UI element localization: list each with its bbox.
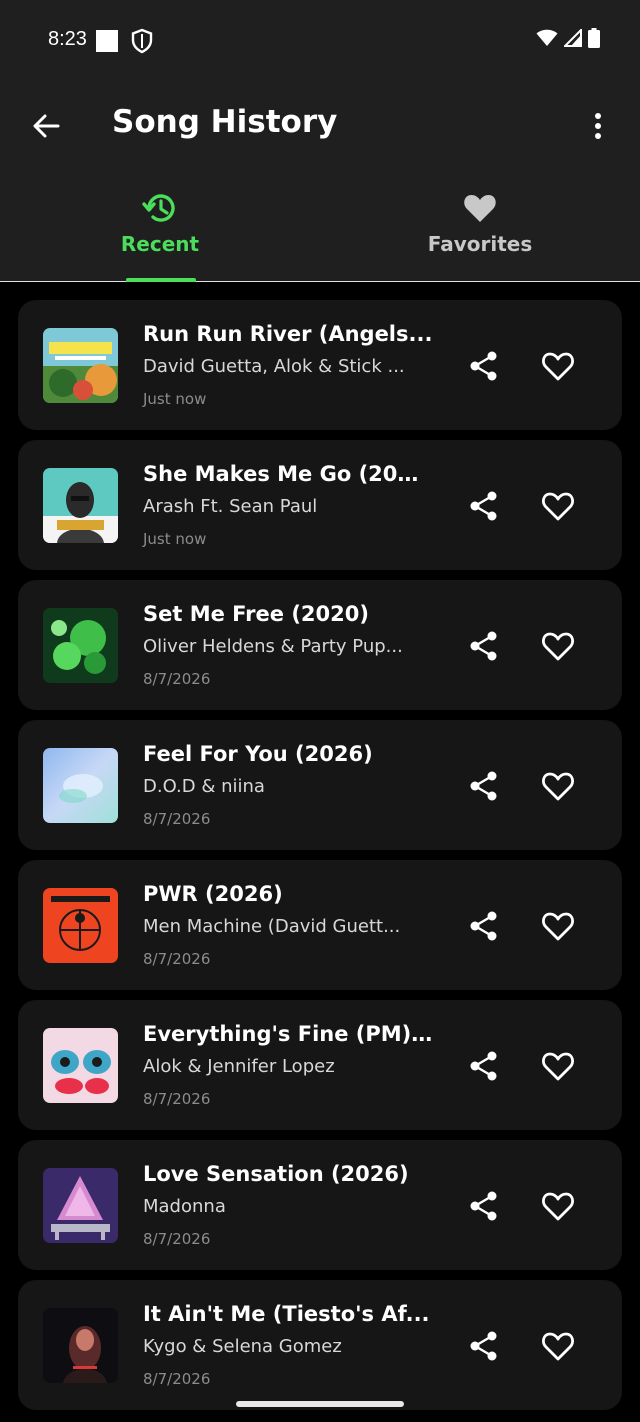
page-title: Song History bbox=[112, 104, 338, 140]
status-time: 8:23 bbox=[48, 28, 87, 50]
heart-outline-icon[interactable] bbox=[540, 1048, 576, 1084]
share-icon[interactable] bbox=[468, 350, 500, 382]
song-timestamp: 8/7/2026 bbox=[143, 950, 211, 968]
song-title: Everything's Fine (PM)... bbox=[143, 1022, 433, 1046]
song-timestamp: Just now bbox=[143, 530, 207, 548]
song-timestamp: 8/7/2026 bbox=[143, 670, 211, 688]
home-indicator[interactable] bbox=[236, 1401, 404, 1407]
heart-outline-icon[interactable] bbox=[540, 1328, 576, 1364]
status-bar: 8:23 bbox=[0, 0, 640, 84]
tab-active-indicator bbox=[126, 278, 196, 282]
song-card[interactable]: Feel For You (2026) D.O.D & niina 8/7/20… bbox=[18, 720, 622, 850]
wifi-icon bbox=[536, 29, 558, 46]
song-artist: David Guetta, Alok & Stick ... bbox=[143, 356, 405, 377]
song-card[interactable]: PWR (2026) Men Machine (David Guett... 8… bbox=[18, 860, 622, 990]
arrow-left-icon bbox=[33, 114, 60, 138]
album-cover[interactable] bbox=[43, 468, 118, 543]
status-icons bbox=[536, 28, 600, 48]
share-icon[interactable] bbox=[468, 1330, 500, 1362]
battery-icon bbox=[588, 28, 600, 48]
share-icon[interactable] bbox=[468, 490, 500, 522]
song-artist: Men Machine (David Guett... bbox=[143, 916, 401, 937]
song-artist: Alok & Jennifer Lopez bbox=[143, 1056, 335, 1077]
album-cover[interactable] bbox=[43, 888, 118, 963]
heart-icon bbox=[464, 195, 496, 222]
song-artist: D.O.D & niina bbox=[143, 776, 265, 797]
album-art-image bbox=[43, 1308, 118, 1383]
tab-recent-label: Recent bbox=[120, 232, 200, 256]
album-art-image bbox=[43, 1168, 118, 1243]
song-timestamp: 8/7/2026 bbox=[143, 810, 211, 828]
album-art-image bbox=[43, 888, 118, 963]
album-art-image bbox=[43, 608, 118, 683]
song-title: She Makes Me Go (2012) bbox=[143, 462, 433, 486]
app-bar: Song History bbox=[0, 84, 640, 170]
song-title: Set Me Free (2020) bbox=[143, 602, 369, 626]
song-timestamp: 8/7/2026 bbox=[143, 1230, 211, 1248]
notification-square-icon bbox=[96, 30, 118, 52]
share-icon[interactable] bbox=[468, 1190, 500, 1222]
shield-icon bbox=[131, 28, 153, 54]
song-timestamp: 8/7/2026 bbox=[143, 1090, 211, 1108]
song-title: It Ain't Me (Tiesto's Af... bbox=[143, 1302, 430, 1326]
album-cover[interactable] bbox=[43, 328, 118, 403]
song-title: Love Sensation (2026) bbox=[143, 1162, 409, 1186]
heart-outline-icon[interactable] bbox=[540, 348, 576, 384]
tab-recent[interactable]: Recent bbox=[0, 170, 320, 282]
song-timestamp: Just now bbox=[143, 390, 207, 408]
song-card[interactable]: Run Run River (Angels... David Guetta, A… bbox=[18, 300, 622, 430]
tab-favorites-label: Favorites bbox=[427, 232, 533, 256]
history-icon bbox=[142, 194, 175, 222]
signal-icon bbox=[564, 29, 582, 47]
share-icon[interactable] bbox=[468, 1050, 500, 1082]
album-art-image bbox=[43, 1028, 118, 1103]
song-card[interactable]: It Ain't Me (Tiesto's Af... Kygo & Selen… bbox=[18, 1280, 622, 1410]
back-button[interactable] bbox=[26, 106, 66, 146]
album-cover[interactable] bbox=[43, 1028, 118, 1103]
song-artist: Arash Ft. Sean Paul bbox=[143, 496, 318, 517]
album-cover[interactable] bbox=[43, 608, 118, 683]
song-artist: Madonna bbox=[143, 1196, 226, 1217]
song-title: Run Run River (Angels... bbox=[143, 322, 433, 346]
album-art-image bbox=[43, 328, 118, 403]
song-history-list: Run Run River (Angels... David Guetta, A… bbox=[18, 300, 622, 1420]
heart-outline-icon[interactable] bbox=[540, 1188, 576, 1224]
song-artist: Kygo & Selena Gomez bbox=[143, 1336, 342, 1357]
heart-outline-icon[interactable] bbox=[540, 628, 576, 664]
song-card[interactable]: Love Sensation (2026) Madonna 8/7/2026 bbox=[18, 1140, 622, 1270]
tab-bar: Recent Favorites bbox=[0, 170, 640, 282]
album-art-image bbox=[43, 748, 118, 823]
song-timestamp: 8/7/2026 bbox=[143, 1370, 211, 1388]
tab-favorites[interactable]: Favorites bbox=[320, 170, 640, 282]
more-vertical-icon bbox=[595, 113, 601, 139]
song-card[interactable]: Everything's Fine (PM)... Alok & Jennife… bbox=[18, 1000, 622, 1130]
heart-outline-icon[interactable] bbox=[540, 908, 576, 944]
album-cover[interactable] bbox=[43, 748, 118, 823]
song-artist: Oliver Heldens & Party Pup... bbox=[143, 636, 403, 657]
album-cover[interactable] bbox=[43, 1308, 118, 1383]
album-art-image bbox=[43, 468, 118, 543]
heart-outline-icon[interactable] bbox=[540, 768, 576, 804]
album-cover[interactable] bbox=[43, 1168, 118, 1243]
share-icon[interactable] bbox=[468, 770, 500, 802]
song-title: Feel For You (2026) bbox=[143, 742, 373, 766]
song-card[interactable]: Set Me Free (2020) Oliver Heldens & Part… bbox=[18, 580, 622, 710]
share-icon[interactable] bbox=[468, 630, 500, 662]
share-icon[interactable] bbox=[468, 910, 500, 942]
song-title: PWR (2026) bbox=[143, 882, 283, 906]
more-options-button[interactable] bbox=[578, 106, 618, 146]
song-card[interactable]: She Makes Me Go (2012) Arash Ft. Sean Pa… bbox=[18, 440, 622, 570]
heart-outline-icon[interactable] bbox=[540, 488, 576, 524]
